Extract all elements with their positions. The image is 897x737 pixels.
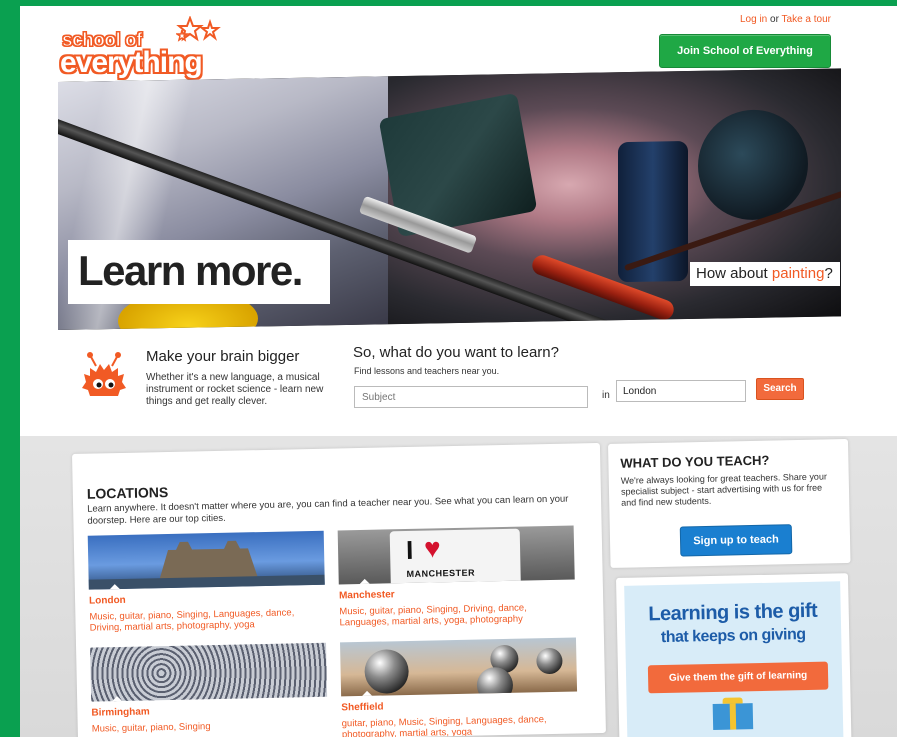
gift-button[interactable]: Give them the gift of learning: [647, 661, 829, 694]
city-name-london[interactable]: London: [89, 591, 325, 607]
hero-prompt-prefix: How about: [696, 265, 772, 282]
hero-headline: Learn more.: [78, 247, 303, 294]
city-tags-london[interactable]: Music, guitar, piano, Singing, Languages…: [89, 607, 325, 633]
gift-title-line2: that keeps on giving: [660, 626, 806, 647]
logo-text-line2: everything: [60, 46, 203, 79]
login-link[interactable]: Log in: [740, 14, 767, 25]
take-tour-link[interactable]: Take a tour: [782, 14, 831, 25]
site-logo[interactable]: school of everything: [58, 16, 221, 79]
city-name-sheffield[interactable]: Sheffield: [341, 697, 577, 714]
mug-letter: I: [405, 534, 414, 566]
city-card-manchester[interactable]: I ♥ MANCHESTER Manchester Music, guitar,…: [337, 525, 576, 629]
river-shape: [88, 574, 325, 590]
teach-title: WHAT DO YOU TEACH?: [620, 452, 770, 471]
location-input[interactable]: [616, 380, 746, 402]
teach-description: We're always looking for great teachers.…: [620, 471, 827, 508]
or-text: or: [767, 14, 782, 25]
monster-mascot-icon: [82, 352, 126, 396]
city-tags-birmingham[interactable]: Music, guitar, piano, Singing: [92, 719, 328, 734]
gift-panel: Learning is the gift that keeps on givin…: [616, 573, 852, 737]
city-name-manchester[interactable]: Manchester: [339, 585, 575, 601]
hero-prompt: How about painting?: [696, 265, 833, 282]
page: school of everything Log in or Take a to…: [20, 6, 897, 737]
city-name-birmingham[interactable]: Birmingham: [91, 703, 327, 718]
account-links: Log in or Take a tour: [740, 14, 831, 25]
intro-title: Make your brain bigger: [146, 348, 300, 365]
city-tags-sheffield[interactable]: guitar, piano, Music, Singing, Languages…: [342, 713, 578, 737]
gift-box-icon: [712, 703, 754, 730]
locations-panel: LOCATIONS Learn anywhere. It doesn't mat…: [72, 442, 606, 737]
city-card-london[interactable]: London Music, guitar, piano, Singing, La…: [87, 530, 326, 634]
stars-icon: [176, 16, 221, 42]
teach-panel: WHAT DO YOU TEACH? We're always looking …: [608, 438, 851, 568]
gift-banner[interactable]: Learning is the gift that keeps on givin…: [624, 581, 844, 737]
manchester-photo[interactable]: I ♥ MANCHESTER: [337, 525, 575, 585]
gift-title-line1: Learning is the gift: [648, 599, 818, 626]
city-tags-manchester[interactable]: Music, guitar, piano, Singing, Driving, …: [339, 601, 575, 629]
hero-prompt-suffix: ?: [824, 265, 833, 282]
hero-prompt-subject-link[interactable]: painting: [772, 265, 825, 282]
heart-icon: ♥: [423, 532, 441, 564]
sign-up-to-teach-button[interactable]: Sign up to teach: [679, 524, 793, 557]
birmingham-photo[interactable]: [90, 642, 328, 702]
location-in-label: in: [602, 390, 610, 401]
london-photo[interactable]: [87, 530, 325, 590]
locations-title: LOCATIONS: [86, 483, 169, 502]
search-subtitle: Find lessons and teachers near you.: [354, 366, 500, 376]
search-title: So, what do you want to learn?: [353, 344, 559, 361]
sheffield-photo[interactable]: [340, 637, 578, 697]
intro-description: Whether it's a new language, a musical i…: [146, 372, 324, 407]
city-card-sheffield[interactable]: Sheffield guitar, piano, Music, Singing,…: [340, 637, 578, 737]
join-button[interactable]: Join School of Everything: [659, 34, 831, 68]
search-button[interactable]: Search: [756, 378, 804, 400]
subject-input[interactable]: [354, 386, 588, 408]
city-card-birmingham[interactable]: Birmingham Music, guitar, piano, Singing: [90, 642, 328, 735]
mug-word: MANCHESTER: [406, 567, 476, 580]
